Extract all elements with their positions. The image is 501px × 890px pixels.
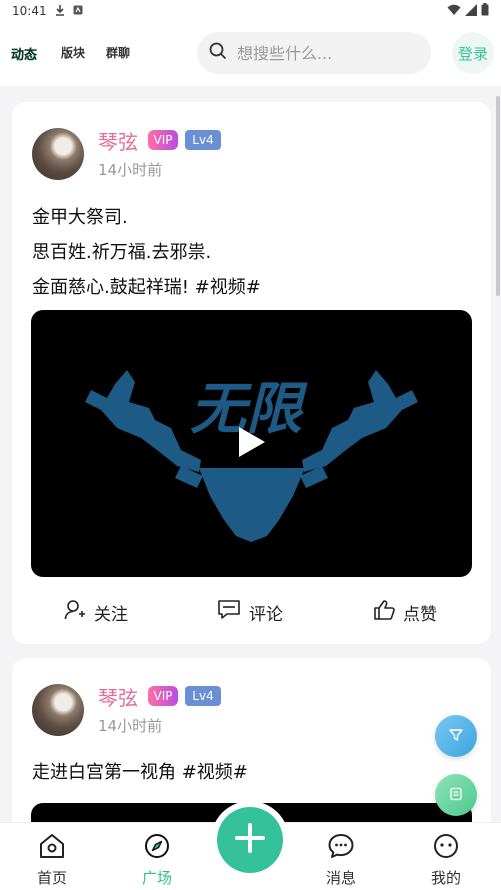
avatar[interactable] [32, 684, 84, 736]
app-notification-icon [73, 4, 83, 18]
profile-icon [433, 833, 459, 863]
tab-sections[interactable]: 版块 [61, 44, 85, 61]
like-button[interactable]: 点赞 [373, 599, 437, 626]
vip-badge: VIP [148, 130, 178, 150]
avatar[interactable] [32, 128, 84, 180]
create-post-button[interactable] [211, 801, 289, 879]
tab-dynamics[interactable]: 动态 [11, 44, 37, 63]
nav-home-label: 首页 [36, 869, 67, 887]
search-icon [209, 42, 227, 64]
post-time: 14小时前 [98, 161, 163, 179]
top-bar: 动态 版块 群聊 登录 [0, 22, 501, 86]
nav-messages-label: 消息 [325, 869, 356, 887]
post-text[interactable]: 走进白宫第一视角 #视频# [32, 755, 248, 790]
note-button[interactable] [435, 774, 477, 816]
play-button[interactable] [237, 425, 267, 463]
status-bar: 10:41 [0, 0, 501, 22]
nav-profile-label: 我的 [430, 869, 461, 887]
post-text-line: 金面慈心.鼓起祥瑞! #视频# [32, 277, 261, 298]
create-post-button-inner [217, 807, 283, 873]
battery-icon [481, 3, 489, 19]
thumbs-up-icon [373, 599, 395, 626]
filter-button[interactable] [435, 715, 477, 757]
comment-label: 评论 [249, 604, 283, 625]
post-text-line: 金甲大祭司. [32, 207, 128, 228]
follow-button[interactable]: 关注 [64, 599, 128, 626]
post-text-line: 走进白宫第一视角 #视频# [32, 762, 248, 783]
chat-icon [327, 833, 355, 863]
search-input[interactable] [237, 43, 417, 63]
tab-group-chat[interactable]: 群聊 [106, 44, 130, 61]
signal-icon [465, 3, 477, 19]
scrollbar[interactable] [496, 96, 500, 296]
compass-icon [144, 833, 170, 863]
nav-square-label: 广场 [141, 869, 172, 887]
level-badge: Lv4 [185, 686, 221, 706]
filter-icon [449, 727, 463, 746]
post-text-line: 思百姓.祈万福.去邪祟. [32, 242, 212, 263]
home-icon [38, 833, 66, 863]
vip-badge: VIP [148, 686, 178, 706]
note-icon [449, 786, 463, 805]
comment-button[interactable]: 评论 [217, 599, 283, 626]
follow-label: 关注 [94, 604, 128, 625]
comment-icon [217, 599, 241, 626]
post-time: 14小时前 [98, 717, 163, 735]
download-icon [55, 4, 65, 19]
username[interactable]: 琴弦 [98, 682, 138, 711]
post-card[interactable]: 琴弦 VIP Lv4 14小时前 金甲大祭司. 思百姓.祈万福.去邪祟. 金面慈… [12, 102, 491, 644]
video-player[interactable]: 无限 [31, 310, 472, 577]
nav-profile[interactable]: 我的 [416, 833, 476, 888]
wifi-icon [447, 4, 461, 19]
post-text[interactable]: 金甲大祭司. 思百姓.祈万福.去邪祟. 金面慈心.鼓起祥瑞! #视频# [32, 200, 261, 305]
plus-icon [234, 822, 266, 858]
level-badge: Lv4 [185, 130, 221, 150]
nav-square[interactable]: 广场 [127, 833, 187, 888]
username[interactable]: 琴弦 [98, 126, 138, 155]
nav-messages[interactable]: 消息 [311, 833, 371, 888]
login-button[interactable]: 登录 [452, 32, 494, 74]
like-label: 点赞 [403, 604, 437, 625]
nav-home[interactable]: 首页 [22, 833, 82, 888]
search-box[interactable] [197, 32, 431, 74]
status-time: 10:41 [12, 4, 47, 18]
add-user-icon [64, 599, 86, 626]
post-actions: 关注 评论 点赞 [12, 592, 491, 632]
